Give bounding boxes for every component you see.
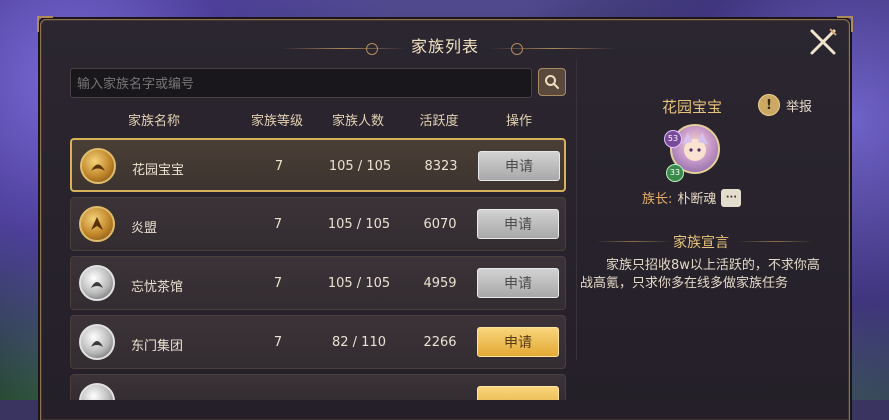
report-label: 举报 <box>786 99 813 115</box>
header-clan-name: 家族名称 <box>127 114 181 129</box>
avatar-level-badge: 53 <box>664 130 682 148</box>
search-input[interactable] <box>70 68 532 98</box>
clan-name: 东门集团 <box>131 339 184 354</box>
apply-button[interactable]: 申请 <box>477 268 559 298</box>
title-ornament-left <box>281 48 406 49</box>
declaration-text: 家族只招收8w以上活跃的，不求你高战高氪，只求你多在线多做家族任务 <box>580 258 820 291</box>
clan-emblem-icon <box>79 383 115 400</box>
clan-row[interactable]: 炎盟 7 105 / 105 6070 申请 <box>70 197 566 251</box>
clan-name: 忘忧茶馆 <box>131 280 184 295</box>
clan-row[interactable]: 东门集团 7 82 / 110 2266 申请 <box>70 315 566 369</box>
apply-button[interactable] <box>477 386 559 400</box>
apply-button[interactable]: 申请 <box>477 209 559 239</box>
clan-emblem-icon <box>79 206 115 242</box>
clan-activity: 8323 <box>424 159 458 174</box>
selected-clan-name: 花园宝宝 <box>662 98 723 116</box>
leader-label: 族长: <box>642 192 673 207</box>
clan-activity: 4959 <box>423 276 457 291</box>
report-icon: ! <box>758 94 780 116</box>
close-icon <box>810 28 837 55</box>
apply-button[interactable]: 申请 <box>477 327 559 357</box>
header-clan-members: 家族人数 <box>331 114 385 129</box>
title-ornament-right <box>491 48 616 49</box>
declaration-title: 家族宣言 <box>673 235 729 251</box>
window-title: 家族列表 <box>410 37 479 56</box>
table-header: 家族名称 家族等级 家族人数 活跃度 操作 <box>70 110 566 130</box>
clan-name: 花园宝宝 <box>132 163 185 178</box>
title-bar: 家族列表 <box>41 28 849 58</box>
section-ornament-right <box>738 241 813 242</box>
clan-emblem-icon <box>80 148 116 184</box>
clan-row[interactable]: 忘忧茶馆 7 105 / 105 4959 申请 <box>70 256 566 310</box>
header-clan-level: 家族等级 <box>250 114 304 129</box>
leader-info: 族长: 朴断魂 ··· <box>642 188 742 207</box>
clan-activity: 6070 <box>423 217 457 232</box>
clan-emblem-icon <box>79 265 115 301</box>
close-button[interactable] <box>804 23 842 61</box>
search-icon <box>545 75 559 89</box>
search-button[interactable] <box>538 68 566 96</box>
clan-row[interactable] <box>70 374 566 400</box>
clan-level: 7 <box>274 159 284 174</box>
avatar-level-badge: 33 <box>666 164 684 182</box>
clan-activity: 2266 <box>423 335 457 350</box>
chat-icon[interactable]: ··· <box>721 188 742 207</box>
clan-emblem-icon <box>79 324 115 360</box>
clan-members: 105 / 105 <box>327 276 391 291</box>
header-activity: 活跃度 <box>419 114 459 129</box>
clan-level: 7 <box>273 276 283 291</box>
panel-divider <box>576 60 577 360</box>
title-ornament-dot <box>511 43 523 55</box>
clan-members: 105 / 105 <box>328 159 392 174</box>
title-ornament-dot <box>366 43 378 55</box>
clan-members: 105 / 105 <box>327 217 391 232</box>
clan-members: 82 / 110 <box>332 335 386 350</box>
clan-level: 7 <box>273 217 283 232</box>
clan-level: 7 <box>273 335 283 350</box>
header-action: 操作 <box>505 114 533 129</box>
leader-name: 朴断魂 <box>677 192 717 207</box>
apply-button[interactable]: 申请 <box>478 151 560 181</box>
clan-row[interactable]: 花园宝宝 7 105 / 105 8323 申请 <box>70 138 566 192</box>
clan-name: 炎盟 <box>131 221 158 236</box>
report-button[interactable]: ! 举报 <box>758 94 812 116</box>
